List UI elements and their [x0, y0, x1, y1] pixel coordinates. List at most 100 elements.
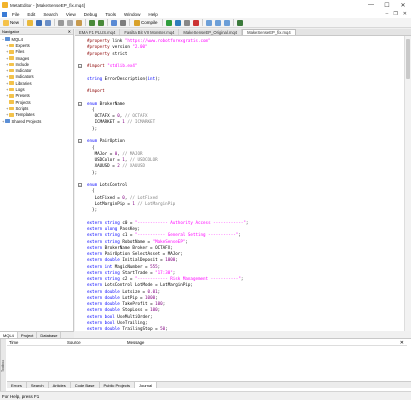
- tree-item-label: Include: [15, 61, 30, 67]
- terminal-icon[interactable]: [236, 19, 243, 26]
- compile-button[interactable]: Compile: [133, 19, 159, 27]
- status-help-text: For Help, press F1: [2, 393, 40, 399]
- tree-item-label: Libraries: [15, 80, 32, 86]
- tab-search[interactable]: Search: [27, 382, 49, 388]
- tab-articles[interactable]: Articles: [49, 382, 71, 388]
- open-folder-icon[interactable]: [27, 19, 34, 26]
- folder-icon: [9, 106, 14, 111]
- menu-tools[interactable]: Tools: [105, 12, 116, 17]
- editor-vertical-scrollbar[interactable]: [404, 36, 411, 331]
- toolbox-close-icon[interactable]: ✕: [400, 340, 404, 346]
- navigator-tree: − MQL4 + Experts + Files + Images + Include …: [0, 35, 73, 124]
- step-into-icon[interactable]: [205, 19, 212, 26]
- copy-icon[interactable]: [67, 19, 74, 26]
- tree-item-label: Images: [15, 55, 30, 61]
- tree-item-label: Projects: [15, 99, 31, 105]
- tab-code-base[interactable]: Code Base: [71, 382, 100, 388]
- document-tabs: EMA F1 PLUS.mq4 Fasilta Bit VII Monster.…: [75, 29, 411, 36]
- folder-icon: [9, 62, 14, 67]
- new-file-icon: [3, 19, 9, 26]
- folder-icon: [9, 43, 14, 48]
- tab-public-projects[interactable]: Public Projects: [100, 382, 135, 388]
- tree-item-label: MQL4: [11, 36, 23, 42]
- toolbox-tabs: Errors Search Articles Code Base Public …: [7, 381, 411, 388]
- doc-tab-makesense-fix[interactable]: MakeSenseEP_fix.mq4: [242, 29, 296, 35]
- folder-icon: [9, 94, 14, 98]
- toolbar-separator: [232, 19, 234, 26]
- fold-toggle-icon[interactable]: −: [78, 139, 82, 144]
- folder-icon: [9, 68, 14, 73]
- toolbar-separator: [54, 19, 56, 26]
- folder-icon: [9, 49, 14, 54]
- pause-icon[interactable]: [183, 19, 190, 26]
- save-icon[interactable]: [36, 19, 43, 26]
- column-time[interactable]: Time: [7, 340, 67, 345]
- minimize-button[interactable]: —: [363, 0, 379, 10]
- navigator-close-icon[interactable]: ✕: [68, 29, 71, 34]
- folder-icon: [9, 75, 14, 79]
- menu-help[interactable]: Help: [148, 12, 157, 17]
- doc-tab-fasilta-bit[interactable]: Fasilta Bit VII Monster.mq4: [120, 29, 180, 35]
- tree-item-label: Experts: [15, 42, 30, 48]
- doc-tab-makesense-original[interactable]: MakeSenseEP_Original.mq4: [179, 29, 243, 35]
- folder-icon: [5, 37, 10, 41]
- paste-icon[interactable]: [76, 19, 83, 26]
- toolbox-header: Time Source Message ✕: [7, 340, 407, 346]
- new-button-label: New: [10, 20, 20, 25]
- menu-debug[interactable]: Debug: [84, 12, 98, 17]
- save-all-icon[interactable]: [45, 19, 52, 26]
- navigator-panel: Navigator ✕ − MQL4 + Experts + Files + Imag…: [0, 29, 74, 334]
- toolbox-side-label: Toolbox: [0, 339, 6, 392]
- tree-item-label: Indicators: [15, 74, 34, 80]
- code-text[interactable]: #property link "https://www.robotforexgr…: [87, 38, 402, 331]
- folder-icon: [9, 100, 14, 104]
- toolbar-separator: [23, 19, 25, 26]
- close-window-button[interactable]: ✕: [395, 0, 411, 10]
- menu-edit[interactable]: Edit: [27, 12, 35, 17]
- start-profiling-icon[interactable]: [174, 19, 181, 26]
- folder-icon: [5, 119, 10, 123]
- start-debug-icon[interactable]: [165, 19, 172, 26]
- navigator-icon[interactable]: [111, 19, 118, 26]
- menu-view[interactable]: View: [66, 12, 76, 17]
- fold-toggle-icon[interactable]: −: [78, 64, 82, 69]
- column-source[interactable]: Source: [67, 340, 127, 345]
- step-out-icon[interactable]: [223, 19, 230, 26]
- new-button[interactable]: New: [2, 19, 20, 27]
- folder-icon: [9, 112, 14, 117]
- redo-icon[interactable]: [98, 19, 105, 26]
- tab-journal[interactable]: Journal: [134, 382, 158, 388]
- title-bar: MetaEditor - [MakeSenseEP_fix.mq4] — ☐ ✕: [0, 0, 411, 10]
- mdi-close-icon[interactable]: ✕: [403, 11, 407, 17]
- mdi-minimize-icon[interactable]: –: [386, 11, 389, 17]
- menu-file[interactable]: File: [12, 12, 19, 17]
- main-toolbar: New Compile: [0, 18, 411, 28]
- stop-icon[interactable]: [192, 19, 199, 26]
- document-icon[interactable]: [2, 11, 7, 17]
- toolbar-separator: [107, 19, 109, 26]
- maximize-button[interactable]: ☐: [379, 0, 395, 10]
- code-line[interactable]: extern double TrailingStop = 50;: [87, 326, 402, 331]
- undo-icon[interactable]: [89, 19, 96, 26]
- mdi-restore-icon[interactable]: ❐: [393, 11, 397, 17]
- fold-toggle-icon[interactable]: −: [78, 101, 82, 106]
- folder-icon: [9, 81, 14, 86]
- doc-tab-ema-f1-plus[interactable]: EMA F1 PLUS.mq4: [75, 29, 121, 35]
- fold-toggle-icon[interactable]: −: [78, 183, 82, 188]
- scrollbar-thumb[interactable]: [406, 39, 410, 79]
- mdi-controls: – ❐ ✕: [386, 11, 411, 17]
- column-message[interactable]: Message: [127, 340, 407, 345]
- status-bar: For Help, press F1: [0, 391, 411, 400]
- menu-search[interactable]: Search: [43, 12, 58, 17]
- toolbox-icon[interactable]: [120, 19, 127, 26]
- tab-errors[interactable]: Errors: [7, 382, 27, 388]
- menu-window[interactable]: Window: [124, 12, 140, 17]
- cut-icon[interactable]: [58, 19, 65, 26]
- menu-bar: File Edit Search View Debug Tools Window…: [0, 10, 411, 18]
- tree-item-label: Scripts: [15, 105, 29, 111]
- toolbar-separator: [201, 19, 203, 26]
- tree-item-shared-projects[interactable]: + Shared Projects: [0, 118, 73, 124]
- code-editor[interactable]: #property link "https://www.robotforexgr…: [75, 36, 404, 331]
- compile-button-label: Compile: [141, 20, 158, 25]
- step-over-icon[interactable]: [214, 19, 221, 26]
